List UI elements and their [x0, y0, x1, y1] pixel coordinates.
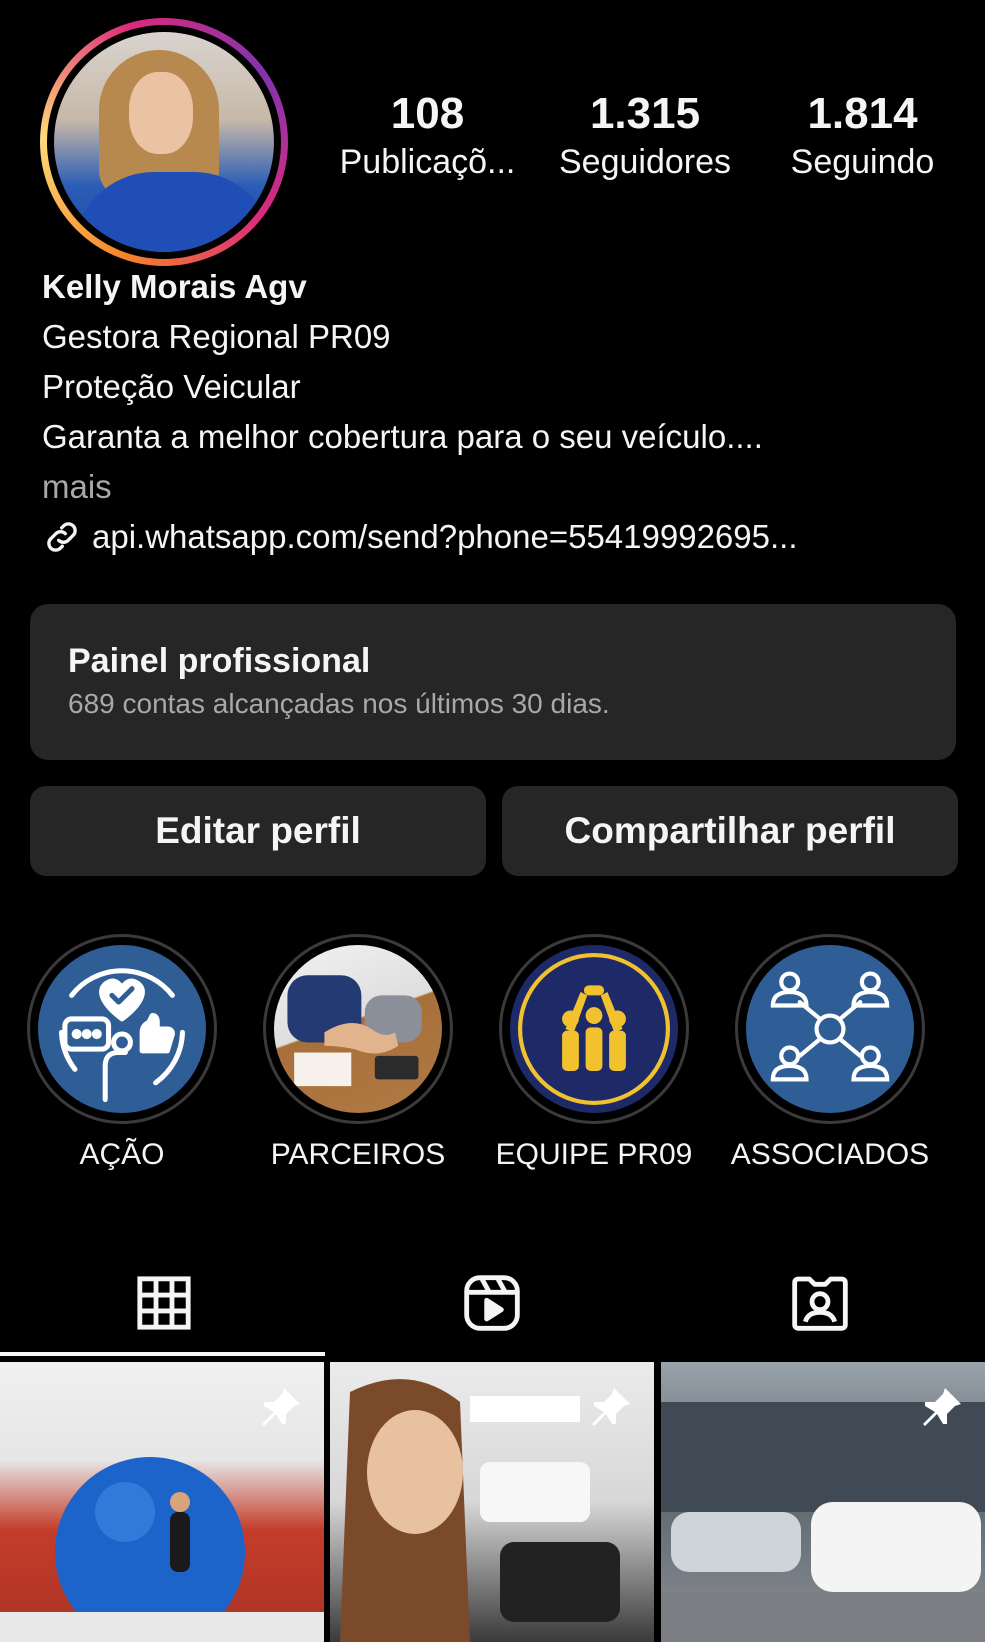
- highlight-acao[interactable]: AÇÃO: [22, 934, 222, 1172]
- highlight-equipe[interactable]: EQUIPE PR09: [494, 934, 694, 1172]
- profile-stats: 108 Publicaçõ... 1.315 Seguidores 1.814 …: [325, 88, 965, 184]
- dashboard-subtitle: 689 contas alcançadas nos últimos 30 dia…: [68, 688, 610, 719]
- stat-followers-label: Seguidores: [558, 143, 731, 181]
- bio-link-text: api.whatsapp.com/send?phone=55419992695.…: [92, 518, 798, 555]
- tab-tagged[interactable]: [656, 1248, 984, 1358]
- post-thumbnail[interactable]: [661, 1362, 985, 1642]
- stat-following-label: Seguindo: [790, 143, 935, 181]
- avatar-face: [129, 72, 193, 154]
- bio-line: Proteção Veicular: [42, 368, 301, 405]
- stat-posts-value: 108: [390, 89, 465, 138]
- bio-more-link[interactable]: mais: [42, 462, 962, 512]
- highlight-ring: [263, 934, 453, 1124]
- stat-following-value: 1.814: [807, 89, 918, 138]
- profile-name: Kelly Morais Agv: [42, 268, 307, 305]
- team-icon: [510, 945, 678, 1113]
- pin-icon: [592, 1388, 630, 1426]
- stat-followers[interactable]: 1.315 Seguidores: [543, 88, 748, 184]
- network-icon: [746, 945, 914, 1113]
- professional-dashboard[interactable]: Painel profissional 689 contas alcançada…: [30, 604, 956, 760]
- highlight-label: EQUIPE PR09: [495, 1138, 693, 1171]
- profile-avatar-ring[interactable]: [40, 18, 288, 266]
- highlight-label: ASSOCIADOS: [730, 1138, 930, 1171]
- highlight-associados[interactable]: ASSOCIADOS: [730, 934, 930, 1172]
- active-tab-indicator: [0, 1352, 325, 1356]
- post-thumbnail[interactable]: [0, 1362, 324, 1642]
- pin-icon: [923, 1388, 961, 1426]
- edit-profile-button[interactable]: Editar perfil: [30, 786, 486, 876]
- stat-posts[interactable]: 108 Publicaçõ...: [325, 88, 530, 184]
- highlight-ring: [499, 934, 689, 1124]
- posts-grid: [0, 1362, 985, 1642]
- pin-icon: [262, 1388, 300, 1426]
- profile-tabs: [0, 1248, 985, 1358]
- highlight-ring: [735, 934, 925, 1124]
- bio-line: Garanta a melhor cobertura para o seu ve…: [42, 418, 763, 455]
- stat-followers-value: 1.315: [589, 89, 701, 138]
- tab-grid[interactable]: [0, 1248, 328, 1358]
- profile-bio: Kelly Morais Agv Gestora Regional PR09 P…: [42, 262, 962, 562]
- bio-line: Gestora Regional PR09: [42, 318, 391, 355]
- grid-icon: [137, 1276, 191, 1330]
- stat-posts-label: Publicaçõ...: [339, 143, 516, 181]
- feedback-icon: [38, 945, 206, 1113]
- reels-icon: [464, 1275, 520, 1331]
- post-thumbnail[interactable]: [330, 1362, 654, 1642]
- tab-reels[interactable]: [328, 1248, 656, 1358]
- bio-website-link[interactable]: api.whatsapp.com/send?phone=55419992695.…: [42, 512, 962, 562]
- stat-following[interactable]: 1.814 Seguindo: [760, 88, 965, 184]
- link-icon: [47, 522, 77, 552]
- highlight-ring: [27, 934, 217, 1124]
- avatar[interactable]: [54, 32, 274, 252]
- dashboard-title: Painel profissional: [68, 642, 371, 680]
- share-profile-button[interactable]: Compartilhar perfil: [502, 786, 958, 876]
- highlight-parceiros[interactable]: PARCEIROS: [258, 934, 458, 1172]
- highlight-label: PARCEIROS: [270, 1138, 446, 1171]
- tagged-icon: [792, 1276, 848, 1331]
- highlight-label: AÇÃO: [79, 1138, 165, 1171]
- handshake-photo: [274, 945, 442, 1113]
- avatar-border: [47, 25, 281, 259]
